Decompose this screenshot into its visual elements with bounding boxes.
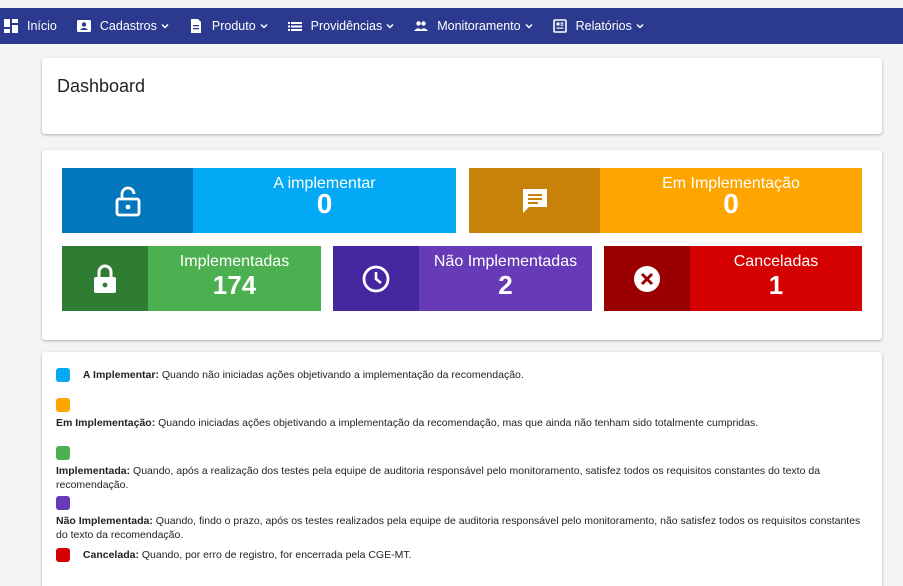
legend-item-em-implementacao: Em Implementação: Quando iniciadas ações… xyxy=(56,398,866,430)
stat-icon-box xyxy=(62,246,148,311)
document-icon xyxy=(190,19,201,33)
stat-body: Canceladas 1 xyxy=(690,246,862,311)
legend-item-cancelada: Cancelada: Quando, por erro de registro,… xyxy=(56,548,856,563)
legend-swatch xyxy=(56,548,70,563)
stat-value: 0 xyxy=(316,188,333,219)
cancel-circle-icon xyxy=(634,265,660,292)
page-title: Dashboard xyxy=(57,76,146,96)
clock-icon xyxy=(362,265,390,292)
nav-monitoramento[interactable]: Monitoramento xyxy=(404,8,542,44)
stat-label: Não Implementadas xyxy=(433,253,578,270)
stat-implementadas[interactable]: Implementadas 174 xyxy=(62,246,321,311)
newspaper-icon xyxy=(552,19,567,33)
stat-icon-box xyxy=(62,168,193,233)
stat-label: Implementadas xyxy=(179,253,290,270)
chevron-down-icon xyxy=(525,23,533,29)
stat-body: Em Implementação 0 xyxy=(600,168,862,233)
stat-nao-implementadas[interactable]: Não Implementadas 2 xyxy=(333,246,592,311)
legend-item-implementada: Implementada: Quando, após a realização … xyxy=(56,446,866,492)
nav-home-label: Início xyxy=(27,19,57,33)
stat-value: 174 xyxy=(212,270,257,300)
nav-relatorios[interactable]: Relatórios xyxy=(543,8,654,44)
nav-relatorios-label: Relatórios xyxy=(575,19,632,33)
stat-body: A implementar 0 xyxy=(193,168,456,233)
legend-item-a-implementar: A Implementar: Quando não iniciadas açõe… xyxy=(56,368,856,383)
stats-card: A implementar 0 Em Implementação 0 Imple… xyxy=(42,150,882,340)
legend-term: Implementada: xyxy=(56,465,131,477)
legend-text: Quando, findo o prazo, após os testes re… xyxy=(56,515,861,541)
contact-card-icon xyxy=(76,20,91,32)
legend-item-nao-implementada: Não Implementada: Quando, findo o prazo,… xyxy=(56,496,866,542)
legend-text: Quando iniciadas ações objetivando a imp… xyxy=(155,417,759,429)
legend-card: A Implementar: Quando não iniciadas açõe… xyxy=(42,352,882,586)
nav-cadastros[interactable]: Cadastros xyxy=(67,8,179,44)
legend-text: Quando, após a realização dos testes pel… xyxy=(56,465,821,491)
legend-term: Não Implementada: xyxy=(56,515,153,527)
legend-term: A Implementar: xyxy=(82,369,159,381)
dashboard-icon xyxy=(4,19,18,33)
nav-providencias[interactable]: Providências xyxy=(278,8,405,44)
nav-cadastros-label: Cadastros xyxy=(99,19,157,33)
chevron-down-icon xyxy=(260,23,268,29)
nav-produto-label: Produto xyxy=(211,19,256,33)
stat-body: Não Implementadas 2 xyxy=(419,246,592,311)
chat-message-icon xyxy=(522,188,547,213)
legend-term: Em Implementação: xyxy=(56,417,156,429)
stat-icon-box xyxy=(604,246,690,311)
legend-swatch xyxy=(56,398,70,412)
nav-home[interactable]: Início xyxy=(0,8,67,44)
chevron-down-icon xyxy=(386,23,394,29)
unlock-icon xyxy=(115,186,140,216)
stat-label: Canceladas xyxy=(733,253,819,270)
stat-value: 2 xyxy=(498,270,513,300)
chevron-down-icon xyxy=(636,23,644,29)
dashboard-title-card: Dashboard xyxy=(42,58,882,134)
lock-icon xyxy=(94,264,116,293)
legend-swatch xyxy=(56,446,70,460)
stat-icon-box xyxy=(333,246,419,311)
stat-value: 0 xyxy=(723,188,739,219)
stat-a-implementar[interactable]: A implementar 0 xyxy=(62,168,456,233)
list-icon xyxy=(287,22,302,31)
people-icon xyxy=(414,21,429,31)
top-navbar: Início Cadastros Produto Providências Mo… xyxy=(0,8,903,44)
legend-swatch xyxy=(56,368,70,383)
stat-em-implementacao[interactable]: Em Implementação 0 xyxy=(469,168,862,233)
legend-text: Quando, por erro de registro, for encerr… xyxy=(138,549,412,561)
legend-swatch xyxy=(56,496,70,510)
stat-canceladas[interactable]: Canceladas 1 xyxy=(604,246,862,311)
nav-produto[interactable]: Produto xyxy=(179,8,278,44)
nav-providencias-label: Providências xyxy=(310,19,383,33)
nav-monitoramento-label: Monitoramento xyxy=(437,19,521,33)
stat-body: Implementadas 174 xyxy=(148,246,321,311)
legend-term: Cancelada: xyxy=(82,549,139,561)
chevron-down-icon xyxy=(161,23,169,29)
stat-icon-box xyxy=(469,168,600,233)
legend-text: Quando não iniciadas ações objetivando a… xyxy=(158,369,524,381)
stat-value: 1 xyxy=(768,270,784,300)
